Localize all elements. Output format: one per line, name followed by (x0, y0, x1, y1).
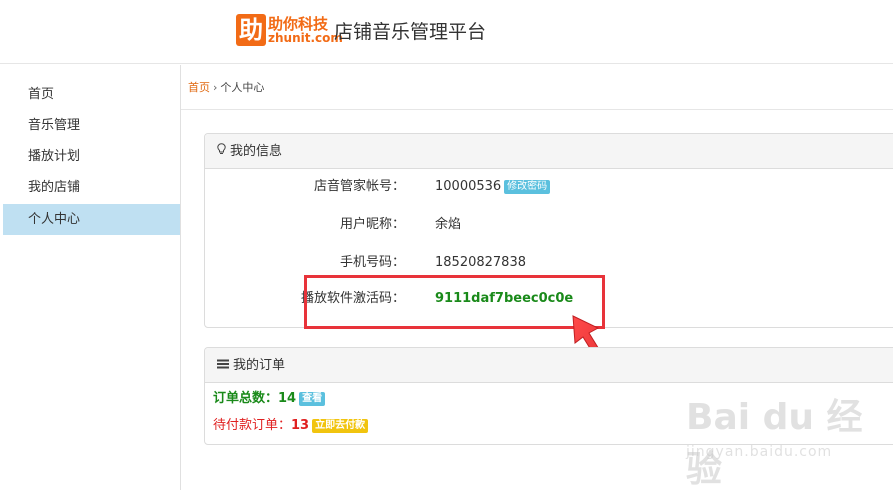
phone-label: 手机号码： (339, 255, 405, 270)
top-header: 助 助你科技 zhunit.com 店铺音乐管理平台 (0, 0, 893, 64)
breadcrumb-home-link[interactable]: 首页 (188, 81, 210, 94)
pending-orders-count: 13 (291, 418, 310, 433)
phone-row: 手机号码： 18520827838 (204, 253, 604, 273)
my-orders-panel-header: 我的订单 (205, 348, 893, 383)
view-orders-button[interactable]: 查看 (299, 392, 326, 406)
lightbulb-icon (217, 134, 226, 169)
pending-orders-label: 待付款订单： (213, 418, 292, 433)
change-password-button[interactable]: 修改密码 (504, 180, 551, 194)
breadcrumb-current: 个人中心 (220, 81, 265, 94)
sidebar-item-my-store[interactable]: 我的店铺 (3, 172, 180, 203)
account-label: 店音管家帐号： (313, 179, 405, 194)
my-orders-title: 我的订单 (233, 358, 286, 373)
sidebar: 首页 音乐管理 播放计划 我的店铺 个人中心 (0, 65, 181, 490)
nickname-value: 余焰 (435, 217, 462, 232)
order-total-label: 订单总数： (213, 391, 279, 406)
watermark-main-text: Bai du 经验 (686, 397, 863, 490)
order-total-line: 订单总数：14 查看 (213, 387, 326, 406)
breadcrumb-separator: › (213, 81, 218, 94)
watermark-sub-text: jingyan.baidu.com (686, 444, 833, 460)
phone-value: 18520827838 (435, 255, 526, 270)
order-pending-line: 待付款订单：13 立即去付款 (213, 414, 369, 433)
order-total-count: 14 (278, 391, 297, 406)
brand-logo-url: zhunit.com (268, 31, 343, 45)
my-info-panel-header: 我的信息 (205, 134, 893, 169)
sidebar-item-schedule[interactable]: 播放计划 (3, 141, 180, 172)
account-value-wrap: 10000536 修改密码 (435, 177, 551, 197)
pay-now-button[interactable]: 立即去付款 (312, 419, 369, 433)
breadcrumb: 首页 › 个人中心 (181, 65, 893, 110)
site-title: 店铺音乐管理平台 (334, 21, 487, 43)
baidu-watermark: Bai du 经验 jingyan.baidu.com (676, 388, 886, 490)
nickname-row: 用户昵称： 余焰 (204, 215, 604, 235)
nickname-label: 用户昵称： (339, 217, 405, 232)
sidebar-item-home[interactable]: 首页 (3, 79, 180, 110)
account-row: 店音管家帐号： 10000536 修改密码 (204, 177, 604, 197)
account-value: 10000536 (435, 179, 502, 194)
list-icon (217, 348, 229, 383)
sidebar-item-music[interactable]: 音乐管理 (3, 110, 180, 141)
sidebar-item-profile[interactable]: 个人中心 (3, 204, 180, 235)
brand-logo-icon[interactable]: 助 (236, 14, 266, 46)
my-info-title: 我的信息 (230, 144, 283, 159)
